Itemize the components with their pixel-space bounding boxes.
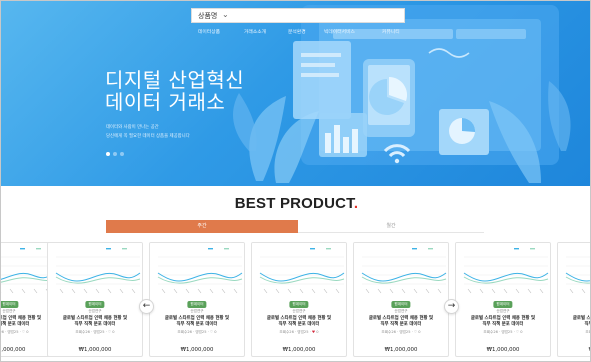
hero-title-line1: 디지털 산업혁신 [105,68,245,92]
card-price: ₩1,000,000 [282,347,316,353]
legend-swatch [36,248,41,250]
card-title-line2: 직무 직책 분포 데이터 [278,322,320,327]
product-card[interactable]: 원데이터산업연구글로벌 스타트업 인력 채용 현황 및직무 직책 분포 데이터조… [557,242,590,357]
card-meta: 조회수26 · 영업25 · ♥ 0 [279,330,319,334]
card-title-line2: 직무 직책 분포 데이터 [176,322,218,327]
card-subtitle: 산업연구 [190,309,204,313]
legend-swatch [530,248,535,250]
tab-weekly[interactable]: 주간 [106,220,298,233]
hero-title-line2: 데이터 거래소 [105,90,226,114]
legend-swatch [208,248,213,250]
product-card[interactable]: 원데이터산업연구글로벌 스타트업 인력 채용 현황 및직무 직책 분포 데이터조… [149,242,245,357]
card-title[interactable]: 글로벌 스타트업 인력 채용 현황 및직무 직책 분포 데이터 [456,316,550,328]
nav-item-bigdata[interactable]: 빅데이터서비스 [324,28,355,35]
card-title[interactable]: 글로벌 스타트업 인력 채용 현황 및직무 직책 분포 데이터 [354,316,448,328]
section-title: BEST PRODUCT. [1,195,590,212]
card-title-line2: 직무 직책 분포 데이터 [380,322,422,327]
section-title-dot: . [353,195,359,212]
search-bar[interactable]: 상품명 ⌄ [191,8,405,23]
card-title-line2: 직무 직책 분포 데이터 [584,322,590,327]
product-card[interactable]: 원데이터산업연구글로벌 스타트업 인력 채용 현황 및직무 직책 분포 데이터조… [47,242,143,357]
card-title[interactable]: 글로벌 스타트업 인력 채용 현황 및직무 직책 분포 데이터 [558,316,590,328]
card-subtitle: 산업연구 [88,309,102,313]
carousel-dot-2[interactable] [113,152,117,156]
card-price: ₩1,000,000 [78,347,112,353]
legend-swatch [326,248,331,250]
thumbnail-line-chart [354,243,448,299]
search-category-select[interactable]: 상품명 [198,10,217,22]
legend-swatch [310,248,315,250]
nav-item-community[interactable]: 커뮤니티 [382,28,400,35]
legend-swatch [20,248,25,250]
legend-swatch [514,248,519,250]
legend-swatch [106,248,111,250]
main-nav: 데이터상품 거래소소개 분석환경 빅데이터서비스 커뮤니티 [1,28,590,38]
card-price: ₩1,000,000 [486,347,520,353]
hero-desc-line2: 당신에게 꼭 필요한 데이터 상품을 제공합니다 [106,134,190,139]
thumbnail-line-chart [150,243,244,299]
nav-item-about[interactable]: 거래소소개 [244,28,266,35]
card-title[interactable]: 글로벌 스타트업 인력 채용 현황 및직무 직책 분포 데이터 [48,316,142,328]
card-meta: 조회수26 · 영업25 · ♡ 0 [177,330,217,334]
category-badge: 원데이터 [187,301,207,308]
card-subtitle: 산업연구 [496,309,510,313]
card-price: ₩1,000,000 [558,347,590,353]
tab-monthly[interactable]: 월간 [298,220,484,233]
category-badge: 원데이터 [493,301,513,308]
legend-swatch [428,248,433,250]
legend-swatch [122,248,127,250]
product-carousel: 원데이터산업연구글로벌 스타트업 인력 채용 현황 및직무 직책 분포 데이터조… [1,242,590,361]
card-price: ₩1,000,000 [384,347,418,353]
card-subtitle: 산업연구 [292,309,306,313]
product-card[interactable]: 원데이터산업연구글로벌 스타트업 인력 채용 현황 및직무 직책 분포 데이터조… [353,242,449,357]
category-badge: 원데이터 [85,301,105,308]
card-title-line2: 직무 직책 분포 데이터 [74,322,116,327]
carousel-dot-1[interactable] [106,152,110,156]
card-subtitle: 산업연구 [558,309,590,314]
card-meta: 조회수26 · 영업25 · ♡ 0 [585,330,590,334]
card-subtitle: 산업연구 [394,309,408,313]
card-title[interactable]: 글로벌 스타트업 인력 채용 현황 및직무 직책 분포 데이터 [252,316,346,328]
hero-banner: 상품명 ⌄ 데이터상품 거래소소개 분석환경 빅데이터서비스 커뮤니티 디지털 … [1,1,590,186]
product-card[interactable]: 원데이터산업연구글로벌 스타트업 인력 채용 현황 및직무 직책 분포 데이터조… [251,242,347,357]
card-meta: 조회수26 · 영업25 · ♡ 0 [381,330,421,334]
category-badge: 원데이터 [289,301,309,308]
legend-swatch [412,248,417,250]
hero-description: 데이터와 사람이 만나는 공간 당신에게 꼭 필요한 데이터 상품을 제공합니다 [106,123,190,141]
section-title-text: BEST PRODUCT [234,195,354,212]
product-card[interactable]: 원데이터산업연구글로벌 스타트업 인력 채용 현황 및직무 직책 분포 데이터조… [455,242,551,357]
chevron-down-icon[interactable]: ⌄ [222,9,229,21]
period-tabs: 주간 월간 [106,220,484,233]
nav-item-analysis[interactable]: 분석환경 [288,28,306,35]
thumbnail-line-chart [456,243,550,299]
card-title-line2: 직무 직책 분포 데이터 [482,322,524,327]
carousel-dot-3[interactable] [120,152,124,156]
card-price: ₩1,000,000 [180,347,214,353]
card-meta: 조회수26 · 영업25 · ♡ 0 [75,330,115,334]
arrow-right-icon[interactable]: → [444,299,459,314]
thumbnail-line-chart [252,243,346,299]
arrow-left-icon[interactable]: ← [139,299,154,314]
hero-title: 디지털 산업혁신 데이터 거래소 [105,69,244,113]
heart-icon[interactable]: ♥ [312,330,315,334]
page-frame: 상품명 ⌄ 데이터상품 거래소소개 분석환경 빅데이터서비스 커뮤니티 디지털 … [0,0,591,362]
thumbnail-line-chart [558,243,590,299]
card-meta: 조회수26 · 영업25 · ♡ 0 [483,330,523,334]
category-badge: 원데이터 [1,301,19,308]
hero-desc-line1: 데이터와 사람이 만나는 공간 [106,125,159,130]
legend-swatch [224,248,229,250]
category-badge: 원데이터 [391,301,411,308]
nav-item-data-products[interactable]: 데이터상품 [198,28,220,35]
thumbnail-line-chart [48,243,142,299]
card-title[interactable]: 글로벌 스타트업 인력 채용 현황 및직무 직책 분포 데이터 [150,316,244,328]
